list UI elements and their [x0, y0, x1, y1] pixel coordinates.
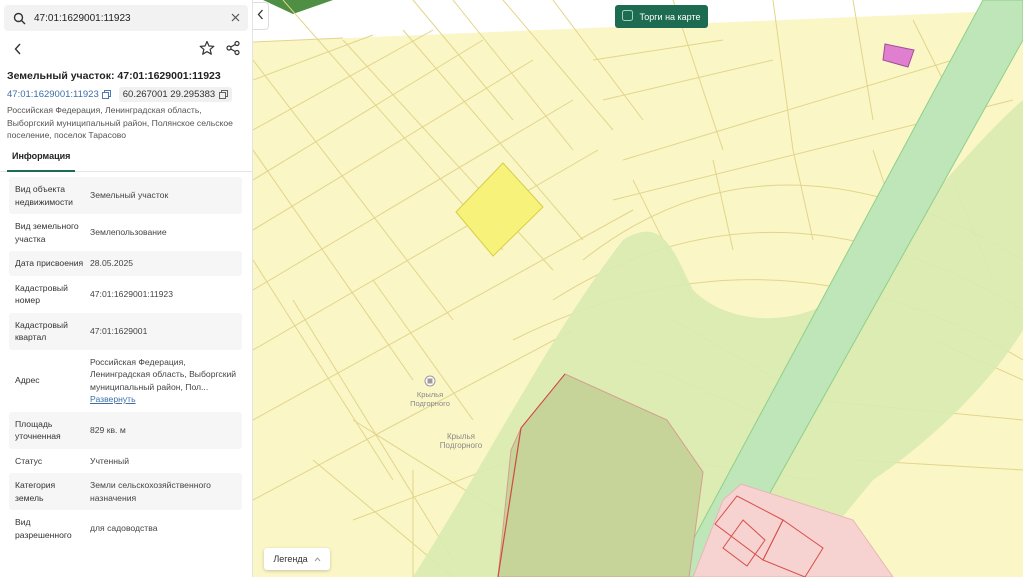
share-icon[interactable]	[225, 40, 243, 58]
poi-icon	[424, 375, 436, 387]
coordinates-badge[interactable]: 60.267001 29.295383	[118, 87, 233, 102]
property-key: Кадастровый квартал	[15, 319, 68, 343]
cadastral-number-link[interactable]: 47:01:1629001:11923	[7, 89, 111, 100]
property-row: Вид объекта недвижимости Земельный участ…	[9, 177, 242, 214]
property-row: Статус Учтенный	[9, 449, 242, 474]
property-key: Вид земельного участка	[15, 221, 79, 244]
auction-map-button[interactable]: Торги на карте	[615, 5, 708, 28]
auction-button-label[interactable]: Торги на карте	[639, 12, 700, 22]
search-bar	[4, 5, 248, 31]
property-key: Площадь уточненная	[15, 418, 61, 442]
tab-bar: Информация	[0, 148, 252, 172]
property-key: Вид разрешенного	[15, 517, 72, 540]
property-key: Статус	[15, 455, 43, 466]
panel-toolbar	[0, 38, 252, 60]
property-value: для садоводства	[90, 523, 158, 534]
property-row: Адрес Российская Федерация, Ленинградска…	[9, 350, 242, 412]
chevron-left-icon[interactable]	[257, 7, 264, 25]
property-key: Дата присвоения	[15, 258, 84, 268]
property-key: Адрес	[15, 375, 40, 386]
favorite-star-icon[interactable]	[199, 40, 217, 58]
copy-icon[interactable]	[219, 90, 229, 99]
property-row: Категория земель Земли сельскохозяйствен…	[9, 473, 242, 510]
expand-address-link[interactable]: Развернуть	[90, 393, 238, 406]
property-value: Российская Федерация, Ленинградская обла…	[90, 356, 237, 392]
property-value: 47:01:1629001	[90, 325, 148, 336]
property-value: 28.05.2025	[90, 258, 134, 268]
property-value: Землепользование	[90, 227, 167, 238]
highlighted-parcel	[882, 43, 915, 68]
property-key: Вид объекта недвижимости	[15, 184, 73, 207]
area-label: Крылья Подгорного	[439, 432, 483, 450]
search-icon[interactable]	[8, 5, 30, 31]
map-canvas[interactable]	[253, 0, 1023, 577]
property-row: Вид разрешенного для садоводства	[9, 510, 242, 547]
property-value: Земли сельскохозяйственного назначения	[90, 480, 211, 503]
legend-button[interactable]: Легенда	[264, 548, 330, 570]
copy-icon[interactable]	[101, 90, 111, 99]
property-row: Площадь уточненная 829 кв. м	[9, 411, 242, 449]
auction-icon	[622, 10, 634, 23]
back-arrow-icon[interactable]	[10, 40, 26, 58]
parcel-title: Земельный участок: 47:01:1629001:11923	[7, 70, 221, 82]
property-row: Дата присвоения 28.05.2025	[9, 251, 242, 276]
property-value: Земельный участок	[90, 190, 169, 201]
selected-parcel	[455, 162, 544, 257]
legend-button-label[interactable]: Легенда	[273, 554, 307, 564]
collapse-panel-button[interactable]	[253, 2, 269, 30]
close-icon[interactable]	[228, 10, 242, 24]
property-row: Кадастровый квартал 47:01:1629001	[9, 312, 242, 350]
search-input[interactable]	[34, 12, 219, 24]
property-row: Кадастровый номер 47:01:1629001:11923	[9, 276, 242, 313]
coordinates-text: 60.267001 29.295383	[122, 89, 216, 100]
info-panel: Земельный участок: 47:01:1629001:11923 4…	[0, 0, 253, 577]
cadastral-map[interactable]: Крылья Подгорного Крылья Подгорного	[253, 0, 1023, 577]
cadastral-number-text[interactable]: 47:01:1629001:11923	[7, 89, 99, 100]
property-value: 829 кв. м	[90, 424, 126, 435]
poi-label[interactable]: Крылья Подгорного	[405, 390, 455, 408]
properties-table: Вид объекта недвижимости Земельный участ…	[9, 177, 242, 547]
parcel-identifiers: 47:01:1629001:11923 60.267001 29.295383	[7, 87, 233, 102]
property-row: Вид земельного участка Землепользование	[9, 214, 242, 251]
property-value: 47:01:1629001:11923	[90, 288, 173, 299]
tab-information[interactable]: Информация	[7, 148, 76, 172]
parcel-address: Российская Федерация, Ленинградская обла…	[7, 105, 233, 140]
property-key: Категория земель	[15, 480, 56, 503]
chevron-up-icon[interactable]	[314, 554, 321, 564]
property-value: Учтенный	[90, 455, 130, 466]
property-key: Кадастровый номер	[15, 282, 68, 306]
